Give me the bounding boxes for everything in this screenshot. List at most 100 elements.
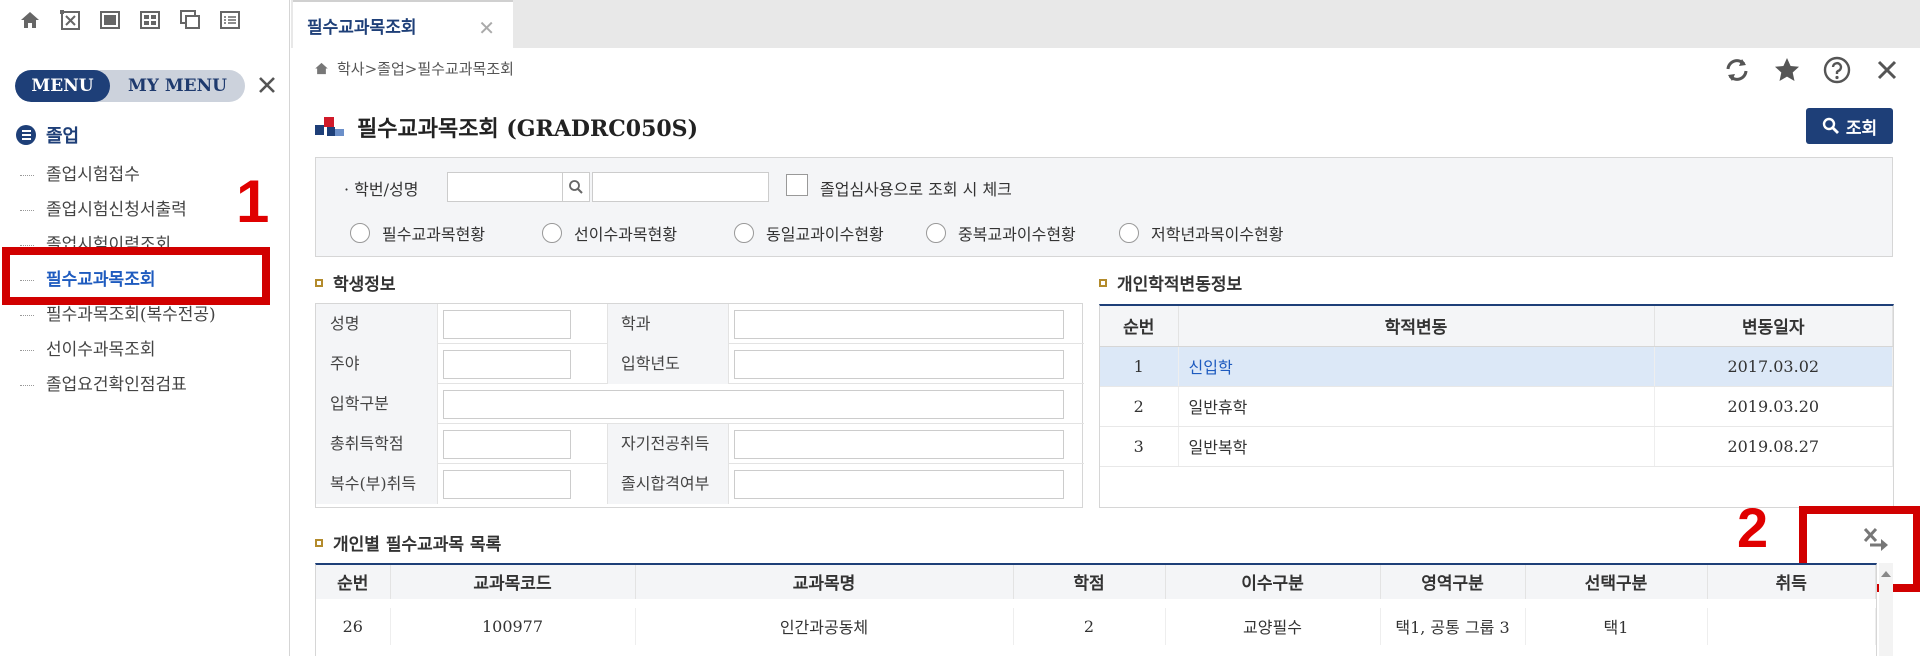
column-header[interactable]: 취득 bbox=[1707, 565, 1876, 604]
radio-duplicate-course[interactable]: 중복교과이수현황 bbox=[926, 221, 1119, 245]
table-header-row: 순번 교과목코드 교과목명 학점 이수구분 영역구분 선택구분 취득 bbox=[316, 565, 1876, 604]
column-header[interactable]: 영역구분 bbox=[1380, 565, 1526, 604]
magnifier-icon bbox=[569, 180, 583, 194]
status-radio-group: 필수교과목현황 선이수과목현황 동일교과이수현황 중복교과이수현황 저학년과목이… bbox=[350, 221, 1283, 245]
refresh-icon[interactable] bbox=[1722, 55, 1752, 85]
column-header[interactable]: 교과목코드 bbox=[390, 565, 636, 604]
total-credits-field[interactable] bbox=[443, 430, 571, 459]
close-icon[interactable] bbox=[1872, 55, 1902, 85]
course-list-heading: 개인별 필수교과목 목록 bbox=[315, 530, 501, 555]
day-night-field[interactable] bbox=[443, 350, 571, 379]
cell-course-name: 인간과공동체 bbox=[635, 598, 1014, 645]
search-conditions: · 학번/성명 졸업심사용으로 조회 시 체크 필수교과목현황 선이수과목현황 bbox=[315, 157, 1893, 257]
breadcrumb-text: 학사>졸업>필수교과목조회 bbox=[337, 60, 514, 78]
home-icon[interactable] bbox=[18, 8, 42, 32]
radio-label: 중복교과이수현황 bbox=[958, 225, 1076, 244]
tab-required-courses[interactable]: 필수교과목조회 ✕ bbox=[293, 0, 513, 48]
menu-list-icon bbox=[16, 125, 36, 145]
entry-type-label: 입학구분 bbox=[316, 384, 437, 424]
page-title: 필수교과목조회 (GRADRC050S) bbox=[315, 111, 698, 143]
cell-change: 일반복학 bbox=[1178, 426, 1655, 467]
sidebar-toolbar bbox=[18, 8, 242, 32]
star-icon[interactable] bbox=[1772, 55, 1802, 85]
table-row[interactable]: 2 일반휴학 2019.03.20 bbox=[1100, 386, 1893, 427]
column-header[interactable]: 순번 bbox=[316, 565, 391, 604]
sidebar-item-prerequisite-courses[interactable]: 선이수과목조회 bbox=[20, 333, 216, 368]
column-header[interactable]: 학적변동 bbox=[1178, 306, 1655, 347]
radio-label: 동일교과이수현황 bbox=[766, 225, 884, 244]
radio-circle bbox=[542, 223, 562, 243]
academic-change-heading: 개인학적변동정보 bbox=[1099, 270, 1242, 295]
table-row[interactable]: 1 신입학 2017.03.02 bbox=[1100, 346, 1893, 387]
double-major-field[interactable] bbox=[443, 470, 571, 499]
sidebar-item-exam-registration[interactable]: 졸업시험접수 bbox=[20, 158, 216, 193]
window-icon[interactable] bbox=[98, 8, 122, 32]
annotation-box-1 bbox=[2, 247, 270, 305]
radio-prerequisite-courses[interactable]: 선이수과목현황 bbox=[542, 221, 734, 245]
exam-pass-label: 졸시합격여부 bbox=[607, 464, 728, 504]
table-row[interactable]: 3 일반복학 2019.08.27 bbox=[1100, 426, 1893, 467]
sidebar-item-graduation-checklist[interactable]: 졸업요건확인점검표 bbox=[20, 368, 216, 403]
radio-same-course[interactable]: 동일교과이수현황 bbox=[734, 221, 926, 245]
grid-icon[interactable] bbox=[138, 8, 162, 32]
form-row: 총취득학점 자기전공취득 bbox=[316, 424, 1084, 464]
entry-type-field[interactable] bbox=[443, 390, 1064, 419]
student-name-input[interactable] bbox=[592, 172, 769, 202]
sidebar-item-exam-application-print[interactable]: 졸업시험신청서출력 bbox=[20, 193, 216, 228]
name-label: 성명 bbox=[316, 304, 437, 344]
tab-close-icon[interactable]: ✕ bbox=[478, 16, 495, 40]
menu-tab[interactable]: MENU bbox=[15, 70, 110, 102]
double-major-label: 복수(부)취득 bbox=[316, 464, 437, 504]
cascade-icon[interactable] bbox=[178, 8, 202, 32]
name-field[interactable] bbox=[443, 310, 571, 339]
major-credits-field[interactable] bbox=[734, 430, 1064, 459]
annotation-label-2: 2 bbox=[1737, 496, 1769, 559]
table-scrollbar[interactable] bbox=[1879, 563, 1893, 656]
column-header[interactable]: 순번 bbox=[1100, 306, 1179, 347]
student-id-name-label: · 학번/성명 bbox=[344, 180, 419, 199]
section-bullet-icon bbox=[315, 278, 323, 287]
radio-label: 필수교과목현황 bbox=[382, 225, 486, 244]
cell-area: 택1, 공통 그룹 3 bbox=[1380, 598, 1526, 645]
breadcrumb-home-icon bbox=[315, 62, 328, 75]
exam-pass-field[interactable] bbox=[734, 470, 1064, 499]
table-row[interactable]: 26 100977 인간과공동체 2 교양필수 택1, 공통 그룹 3 택1 bbox=[316, 598, 1876, 645]
radio-label: 저학년과목이수현황 bbox=[1151, 225, 1284, 244]
radio-required-courses[interactable]: 필수교과목현황 bbox=[350, 221, 542, 245]
menu-section-header[interactable]: 졸업 bbox=[16, 122, 79, 148]
close-menu-icon[interactable] bbox=[255, 73, 279, 97]
utility-toolbar bbox=[1722, 55, 1902, 85]
department-field[interactable] bbox=[734, 310, 1064, 339]
form-row: 주야 입학년도 bbox=[316, 344, 1084, 384]
sidebar: MENU MY MENU 졸업 졸업시험접수 졸업시험신청서출력 졸업시험이력조… bbox=[0, 0, 290, 656]
column-header[interactable]: 변동일자 bbox=[1654, 306, 1893, 347]
tab-label: 필수교과목조회 bbox=[307, 17, 417, 38]
cell-code: 100977 bbox=[390, 598, 636, 645]
graduation-review-checkbox[interactable] bbox=[786, 174, 808, 196]
my-menu-tab[interactable]: MY MENU bbox=[110, 70, 245, 102]
graduation-review-checkbox-label: 졸업심사용으로 조회 시 체크 bbox=[820, 180, 1012, 199]
radio-circle bbox=[926, 223, 946, 243]
major-credits-label: 자기전공취득 bbox=[607, 424, 728, 464]
search-button[interactable]: 조회 bbox=[1806, 108, 1893, 144]
cell-change: 일반휴학 bbox=[1178, 386, 1655, 427]
student-id-input[interactable] bbox=[447, 172, 563, 202]
student-lookup-button[interactable] bbox=[562, 172, 590, 202]
tab-bar: 필수교과목조회 ✕ bbox=[291, 0, 1920, 48]
column-header[interactable]: 선택구분 bbox=[1525, 565, 1708, 604]
menu-toggle: MENU MY MENU bbox=[15, 70, 245, 102]
cell-selection: 택1 bbox=[1525, 598, 1708, 645]
column-header[interactable]: 이수구분 bbox=[1165, 565, 1381, 604]
help-icon[interactable] bbox=[1822, 55, 1852, 85]
column-header[interactable]: 교과목명 bbox=[635, 565, 1014, 604]
student-info-form: 성명 학과 주야 입학년도 입학구분 총취득학점 자기전공취득 복수(부)취득 … bbox=[315, 303, 1084, 508]
cell-no: 1 bbox=[1100, 346, 1179, 387]
list-icon[interactable] bbox=[218, 8, 242, 32]
course-list-title: 개인별 필수교과목 목록 bbox=[333, 535, 502, 555]
entry-year-field[interactable] bbox=[734, 350, 1064, 379]
close-window-icon[interactable] bbox=[58, 8, 82, 32]
scroll-up-icon[interactable] bbox=[1881, 571, 1891, 577]
column-header[interactable]: 학점 bbox=[1013, 565, 1166, 604]
section-bullet-icon bbox=[1099, 278, 1107, 287]
radio-lower-grade-course[interactable]: 저학년과목이수현황 bbox=[1119, 221, 1283, 245]
